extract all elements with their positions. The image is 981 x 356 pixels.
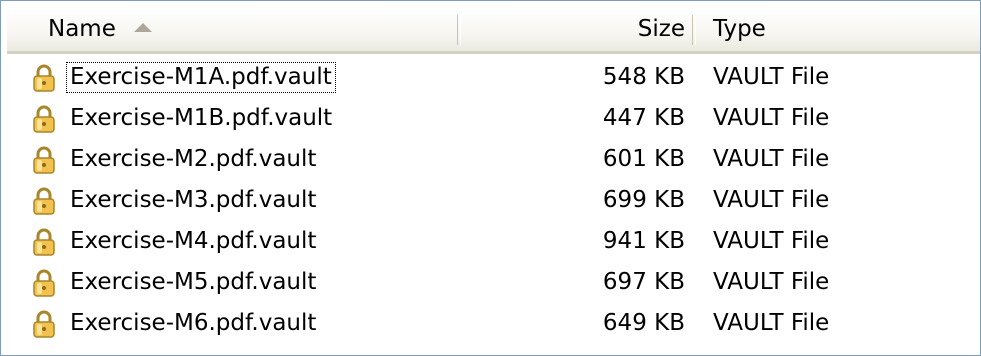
file-size: 649 KB [602,310,685,336]
lock-icon [33,64,55,92]
file-size: 601 KB [602,146,685,172]
column-header-size-label: Size [637,16,685,42]
column-header-size[interactable]: Size [458,8,693,51]
file-row[interactable]: Exercise-M1B.pdf.vault 447 KB VAULT File [7,98,980,139]
file-row[interactable]: Exercise-M1A.pdf.vault 548 KB VAULT File [7,57,980,98]
column-header-type[interactable]: Type [693,8,980,51]
file-name[interactable]: Exercise-M1A.pdf.vault [66,62,336,93]
lock-icon [33,146,55,174]
file-name[interactable]: Exercise-M3.pdf.vault [67,186,319,215]
file-row[interactable]: Exercise-M2.pdf.vault 601 KB VAULT File [7,139,980,180]
file-size: 699 KB [602,187,685,213]
file-name[interactable]: Exercise-M6.pdf.vault [67,309,319,338]
file-name[interactable]: Exercise-M4.pdf.vault [67,227,319,256]
file-size: 941 KB [602,228,685,254]
sort-ascending-icon [133,23,152,32]
file-size: 697 KB [602,269,685,295]
file-name[interactable]: Exercise-M2.pdf.vault [67,145,319,174]
lock-icon [33,310,55,338]
file-size: 548 KB [602,64,685,90]
file-size: 447 KB [602,105,685,131]
column-header-name-label: Name [48,16,116,42]
file-name[interactable]: Exercise-M1B.pdf.vault [67,104,335,133]
file-row[interactable]: Exercise-M3.pdf.vault 699 KB VAULT File [7,180,980,221]
column-header-bar: Name Size Type [7,8,980,54]
file-type: VAULT File [713,228,830,254]
file-name[interactable]: Exercise-M5.pdf.vault [67,268,319,297]
column-header-type-label: Type [713,16,766,42]
file-rows: Exercise-M1A.pdf.vault 548 KB VAULT File… [7,57,980,344]
file-list-view: Name Size Type Exercise-M1A.pdf.vault 54… [0,0,981,356]
file-row[interactable]: Exercise-M4.pdf.vault 941 KB VAULT File [7,221,980,262]
file-type: VAULT File [713,187,830,213]
file-type: VAULT File [713,310,830,336]
lock-icon [33,228,55,256]
file-type: VAULT File [713,269,830,295]
file-type: VAULT File [713,105,830,131]
file-row[interactable]: Exercise-M6.pdf.vault 649 KB VAULT File [7,303,980,344]
lock-icon [33,187,55,215]
file-type: VAULT File [713,64,830,90]
lock-icon [33,269,55,297]
column-header-name[interactable]: Name [7,8,458,51]
file-row[interactable]: Exercise-M5.pdf.vault 697 KB VAULT File [7,262,980,303]
lock-icon [33,105,55,133]
file-type: VAULT File [713,146,830,172]
